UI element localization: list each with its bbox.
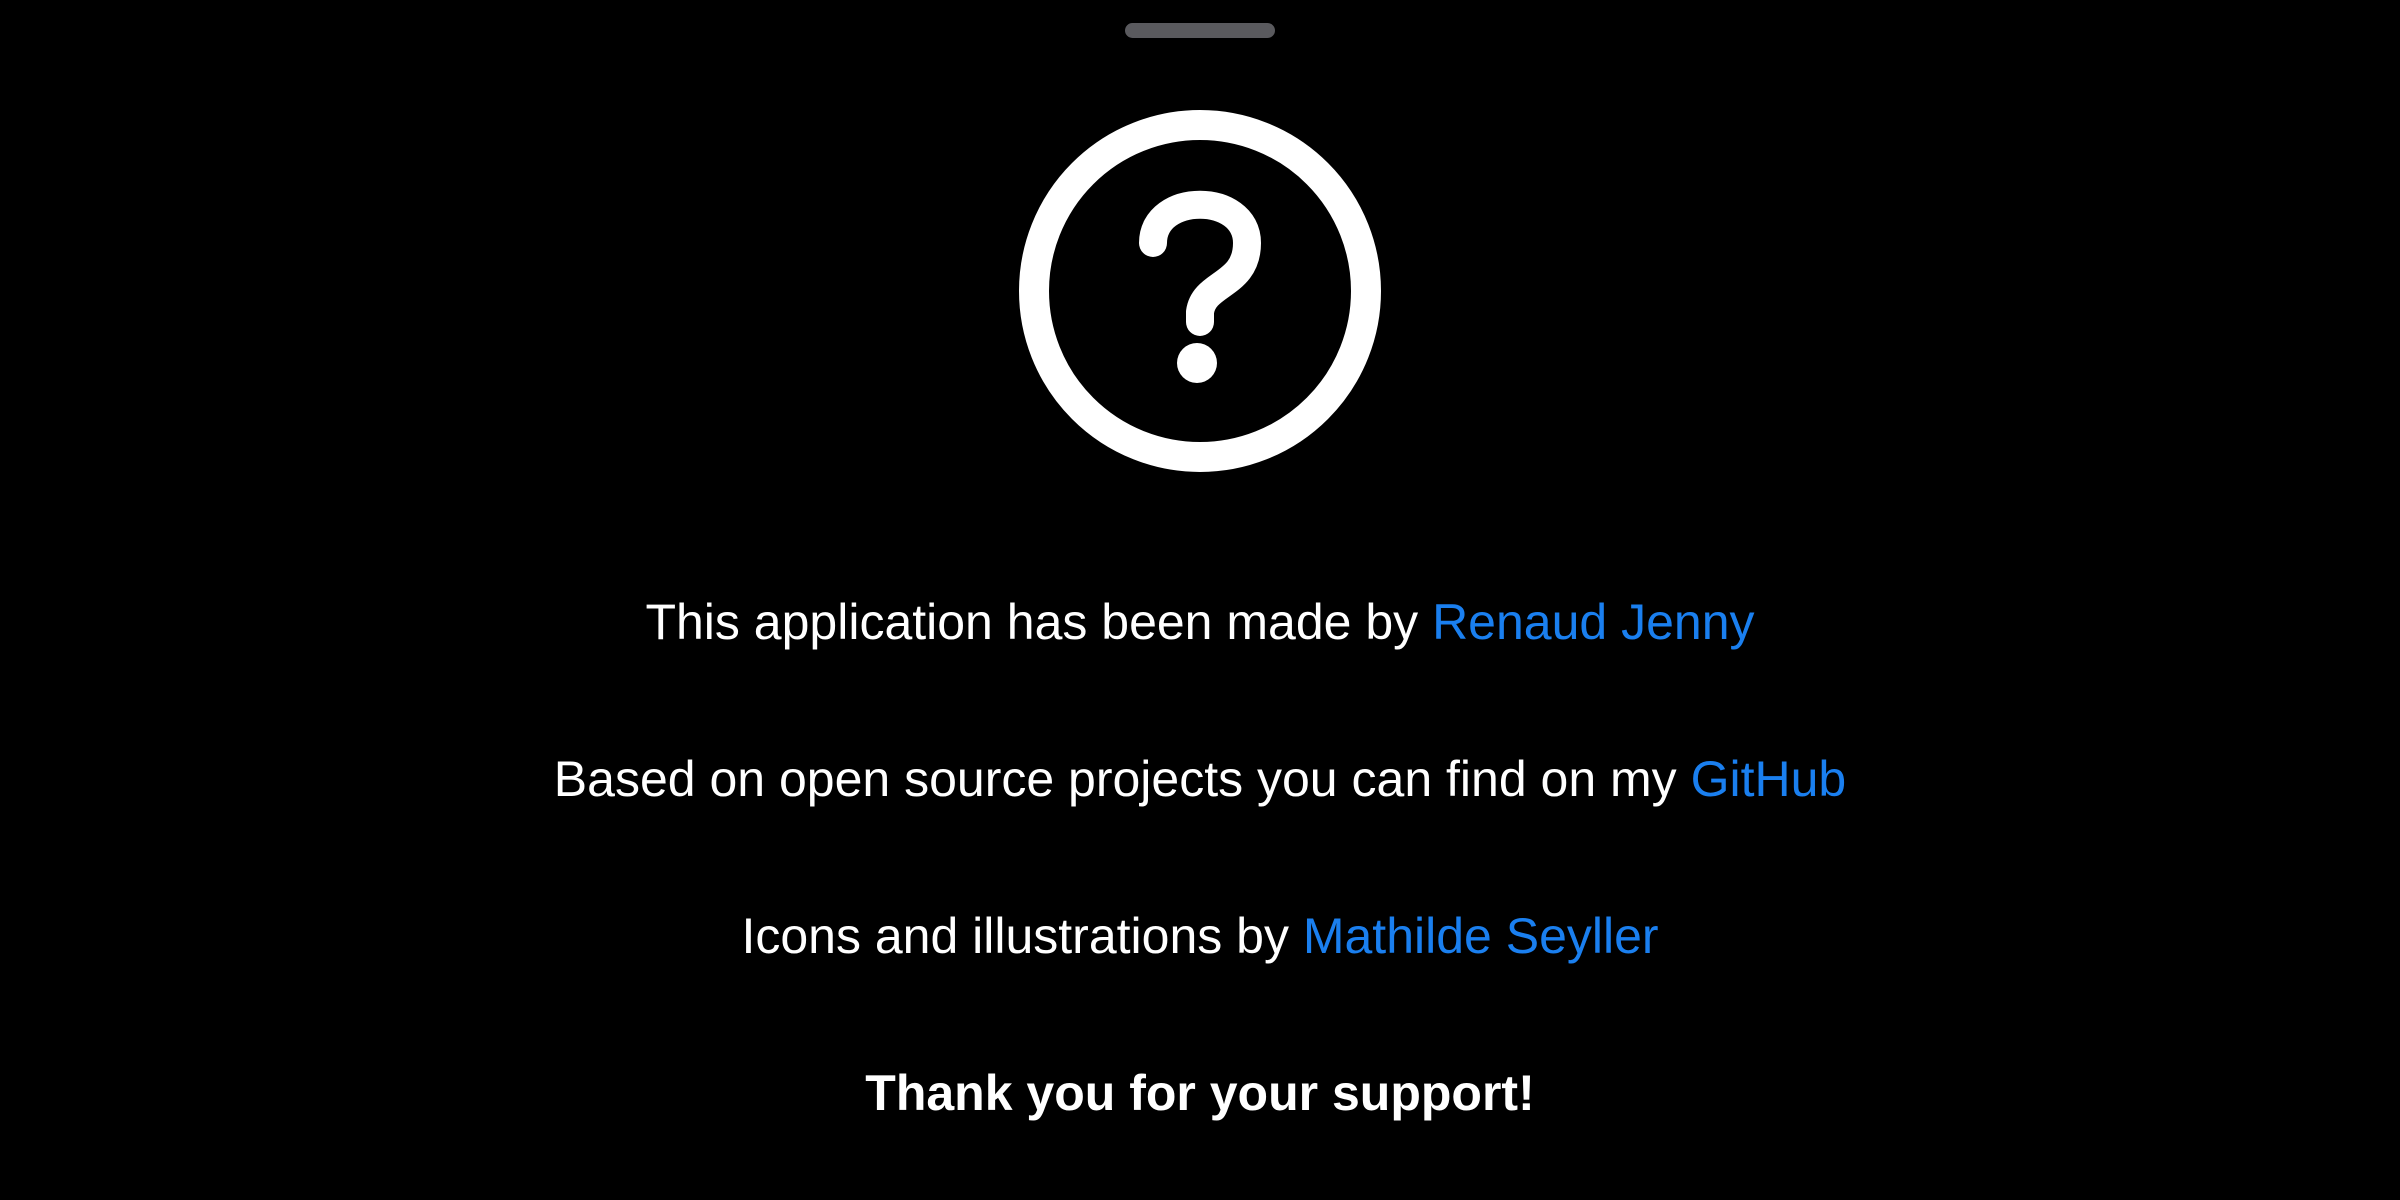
illustrations-line: Icons and illustrations by Mathilde Seyl…	[0, 906, 2400, 966]
github-link[interactable]: GitHub	[1691, 751, 1847, 807]
illustrator-link[interactable]: Mathilde Seyller	[1303, 908, 1659, 964]
sheet-grabber-handle[interactable]	[1125, 23, 1275, 38]
open-source-text: Based on open source projects you can fi…	[553, 751, 1691, 807]
open-source-line: Based on open source projects you can fi…	[0, 749, 2400, 809]
made-by-text: This application has been made by	[645, 594, 1433, 650]
question-mark-circle-icon	[1019, 110, 1381, 472]
illustrations-text: Icons and illustrations by	[741, 908, 1303, 964]
thank-you-message: Thank you for your support!	[865, 1065, 1535, 1121]
author-link[interactable]: Renaud Jenny	[1432, 594, 1754, 650]
made-by-line: This application has been made by Renaud…	[0, 592, 2400, 652]
